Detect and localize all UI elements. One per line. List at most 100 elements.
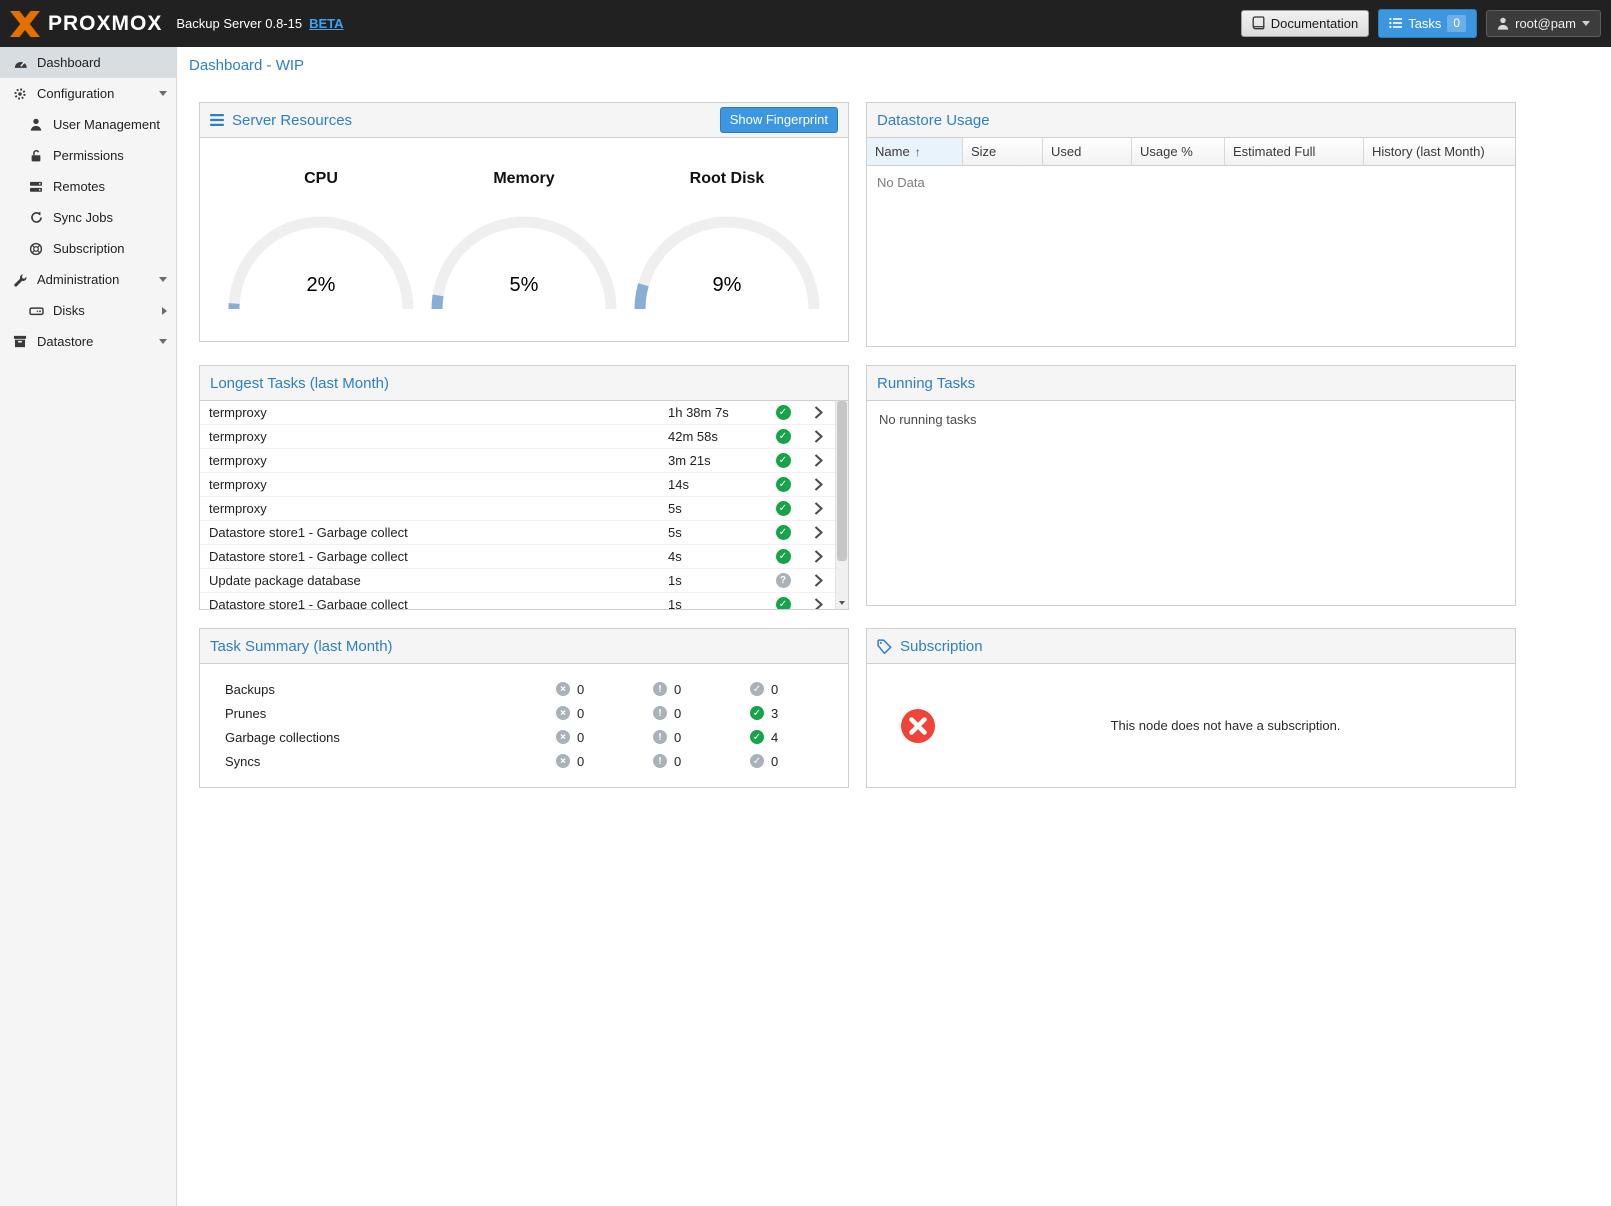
- task-row[interactable]: Datastore store1 - Garbage collect1s✓: [200, 593, 848, 610]
- sidebar-item-subscription[interactable]: Subscription: [0, 233, 176, 264]
- task-row[interactable]: termproxy14s✓: [200, 473, 848, 497]
- chevron-right-icon[interactable]: [802, 478, 834, 491]
- scroll-down-button[interactable]: [836, 595, 848, 610]
- chevron-right-icon[interactable]: [802, 574, 834, 587]
- panel-subscription: Subscription This node does not have a s…: [866, 628, 1516, 788]
- life-ring-icon: [28, 242, 44, 256]
- topbar: PROXMOX Backup Server 0.8-15 BETA Docume…: [0, 0, 1611, 47]
- error-status-icon: ×: [556, 706, 570, 720]
- task-row[interactable]: Datastore store1 - Garbage collect5s✓: [200, 521, 848, 545]
- panel-task-summary: Task Summary (last Month) Backups×0!0✓0P…: [199, 628, 849, 788]
- warning-status-icon: !: [653, 730, 667, 744]
- gauge-label: Memory: [423, 170, 626, 188]
- scrollbar[interactable]: [835, 401, 848, 610]
- column-header-estimated-full[interactable]: Estimated Full: [1225, 138, 1364, 165]
- panel-title: Subscription: [900, 638, 983, 655]
- unlock-icon: [28, 149, 44, 163]
- chevron-right-icon[interactable]: [802, 502, 834, 515]
- tasks-label: Tasks: [1408, 16, 1441, 32]
- sidebar-item-sync-jobs[interactable]: Sync Jobs: [0, 202, 176, 233]
- ok-status-icon: ✓: [776, 501, 791, 516]
- sidebar-item-user-management[interactable]: User Management: [0, 109, 176, 140]
- chevron-right-icon[interactable]: [802, 550, 834, 563]
- scrollbar-thumb[interactable]: [837, 401, 847, 561]
- tasks-count-badge: 0: [1447, 15, 1466, 31]
- datastore-table-header: Name ↑ Size Used Usage % Estimated Full …: [867, 138, 1515, 166]
- ok-status-icon: ✓: [750, 754, 764, 768]
- task-row[interactable]: Datastore store1 - Garbage collect4s✓: [200, 545, 848, 569]
- sidebar-item-label: Configuration: [37, 86, 150, 101]
- sidebar-item-disks[interactable]: Disks: [0, 295, 176, 326]
- sidebar-item-configuration[interactable]: Configuration: [0, 78, 176, 109]
- beta-link[interactable]: BETA: [309, 16, 343, 31]
- column-header-used[interactable]: Used: [1043, 138, 1132, 165]
- column-label: Name: [875, 144, 910, 159]
- ticket-icon: [877, 639, 892, 654]
- dashboard-grid: Server Resources Show Fingerprint CPU2%M…: [177, 84, 1611, 788]
- panel-title: Task Summary (last Month): [210, 638, 393, 655]
- sort-asc-icon: ↑: [915, 145, 921, 159]
- sidebar-item-label: Administration: [37, 272, 150, 287]
- server-resources-icon: [210, 114, 224, 126]
- documentation-button[interactable]: Documentation: [1241, 10, 1369, 38]
- sidebar-item-dashboard[interactable]: Dashboard: [0, 47, 176, 78]
- sidebar-item-administration[interactable]: Administration: [0, 264, 176, 295]
- panel-title: Datastore Usage: [877, 112, 990, 129]
- chevron-right-icon[interactable]: [802, 430, 834, 443]
- task-duration: 4s: [668, 549, 764, 564]
- panel-title: Server Resources: [232, 112, 352, 129]
- ok-status-icon: ✓: [776, 549, 791, 564]
- user-menu-button[interactable]: root@pam: [1486, 10, 1601, 38]
- caret-down-icon: [159, 277, 167, 282]
- task-row[interactable]: termproxy42m 58s✓: [200, 425, 848, 449]
- column-header-history[interactable]: History (last Month): [1364, 138, 1515, 165]
- ok-count: 4: [771, 730, 778, 745]
- tasks-button[interactable]: Tasks 0: [1378, 9, 1477, 37]
- sidebar-item-label: Disks: [53, 303, 153, 318]
- column-label: History (last Month): [1372, 144, 1485, 159]
- error-count: 0: [577, 682, 584, 697]
- task-row[interactable]: termproxy5s✓: [200, 497, 848, 521]
- task-row[interactable]: Update package database1s?: [200, 569, 848, 593]
- main-content: Dashboard - WIP Server Resources Show Fi…: [177, 0, 1611, 788]
- sidebar-item-label: Remotes: [53, 179, 167, 194]
- panel-longest-tasks: Longest Tasks (last Month) termproxy1h 3…: [199, 365, 849, 610]
- chevron-right-icon[interactable]: [802, 406, 834, 419]
- panel-title: Running Tasks: [877, 375, 975, 392]
- chevron-right-icon[interactable]: [802, 454, 834, 467]
- error-status-icon: ×: [556, 730, 570, 744]
- user-menu-label: root@pam: [1515, 16, 1576, 32]
- column-header-usage-pct[interactable]: Usage %: [1132, 138, 1225, 165]
- task-row[interactable]: termproxy3m 21s✓: [200, 449, 848, 473]
- ok-status-icon: ✓: [750, 682, 764, 696]
- chevron-right-icon[interactable]: [802, 526, 834, 539]
- gauge-arc: [226, 214, 416, 314]
- sidebar-item-datastore[interactable]: Datastore: [0, 326, 176, 357]
- summary-row: Backups×0!0✓0: [200, 677, 848, 701]
- gauge-arc: [632, 214, 822, 314]
- wrench-icon: [12, 273, 28, 287]
- column-header-name[interactable]: Name ↑: [867, 138, 963, 165]
- book-icon: [1252, 16, 1265, 30]
- page-title: Dashboard - WIP: [177, 47, 1611, 84]
- gauges-area: CPU2%Memory5%Root Disk9%: [200, 138, 848, 314]
- gauge-label: Root Disk: [626, 170, 829, 188]
- empty-text: No Data: [867, 166, 1515, 199]
- sidebar-item-label: Permissions: [53, 148, 167, 163]
- sidebar-item-remotes[interactable]: Remotes: [0, 171, 176, 202]
- sidebar-item-label: User Management: [53, 117, 167, 132]
- archive-icon: [12, 335, 28, 348]
- task-row[interactable]: termproxy1h 38m 7s✓: [200, 401, 848, 425]
- caret-down-icon: [159, 339, 167, 344]
- server-icon: [28, 181, 44, 193]
- task-duration: 14s: [668, 477, 764, 492]
- subscription-body: This node does not have a subscription.: [867, 664, 1515, 787]
- column-label: Size: [971, 144, 996, 159]
- gauge-value: 2%: [226, 274, 416, 297]
- show-fingerprint-button[interactable]: Show Fingerprint: [720, 107, 838, 133]
- sidebar-item-permissions[interactable]: Permissions: [0, 140, 176, 171]
- sidebar-item-label: Sync Jobs: [53, 210, 167, 225]
- warning-status-icon: !: [653, 682, 667, 696]
- chevron-right-icon[interactable]: [802, 598, 834, 610]
- column-header-size[interactable]: Size: [963, 138, 1043, 165]
